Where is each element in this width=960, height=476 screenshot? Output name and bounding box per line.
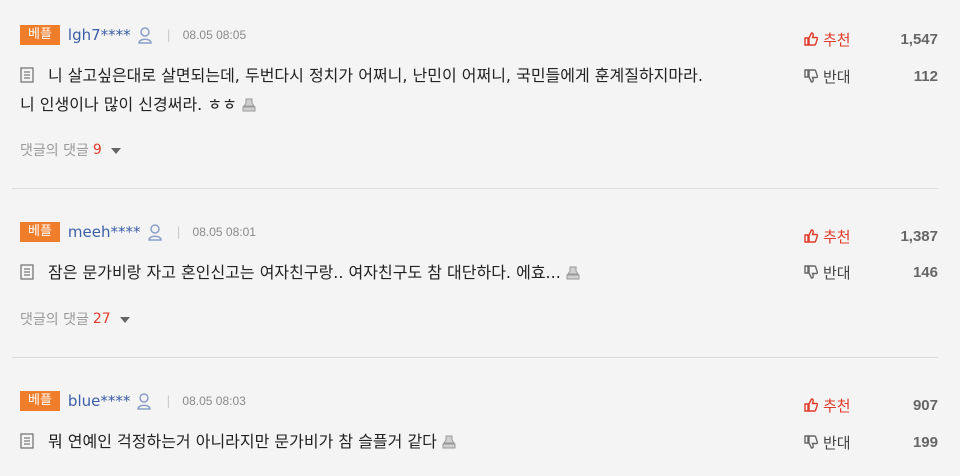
comment-text-line1: 니 살고싶은대로 살면되는데, 두번다시 정치가 어쩌니, 난민이 어쩌니, 국…	[48, 66, 703, 85]
comment-text-line2: 니 인생이나 많이 신경써라. ㅎㅎ	[20, 95, 237, 114]
upvote-count: 1,547	[900, 30, 938, 48]
comment-text-line1: 뭐 연예인 걱정하는거 아니라지만 문가비가 참 슬플거 같다	[48, 432, 437, 451]
comment-text-line1: 잠은 문가비랑 자고 혼인신고는 여자친구랑.. 여자친구도 참 대단하다. 에…	[48, 263, 561, 282]
comment-meta: 베플 blue**** | 08.05 08:03	[20, 390, 246, 412]
upvote-button[interactable]: 추천 1,547	[804, 28, 938, 50]
upvote-button[interactable]: 추천 907	[804, 394, 938, 416]
upvote-label: 추천	[823, 396, 851, 415]
username-link[interactable]: blue****	[68, 392, 130, 410]
username-link[interactable]: lgh7****	[68, 26, 131, 44]
thumbs-up-icon	[804, 32, 818, 46]
report-stamp-icon[interactable]	[241, 97, 257, 113]
thumbs-down-icon	[804, 69, 818, 83]
caret-down-icon	[119, 317, 130, 323]
thumbs-down-icon	[804, 265, 818, 279]
caret-down-icon	[110, 148, 121, 154]
upvote-count: 907	[912, 396, 938, 414]
downvote-count: 146	[912, 263, 938, 281]
best-badge: 베플	[20, 222, 60, 242]
comment-text: 니 살고싶은대로 살면되는데, 두번다시 정치가 어쩌니, 난민이 어쩌니, 국…	[20, 61, 780, 119]
thumbs-down-icon	[804, 435, 818, 449]
report-stamp-icon[interactable]	[565, 265, 581, 281]
upvote-label: 추천	[823, 227, 851, 246]
comment-meta: 베플 meeh**** | 08.05 08:01	[20, 221, 256, 243]
meta-divider: |	[166, 28, 171, 42]
comment-text: 뭐 연예인 걱정하는거 아니라지만 문가비가 참 슬플거 같다	[20, 427, 780, 456]
comment-meta: 베플 lgh7**** | 08.05 08:05	[20, 24, 246, 46]
report-stamp-icon[interactable]	[441, 434, 457, 450]
replies-toggle[interactable]: 댓글의 댓글 9	[20, 140, 121, 160]
best-badge: 베플	[20, 25, 60, 45]
thumbs-up-icon	[804, 229, 818, 243]
downvote-label: 반대	[823, 67, 851, 86]
replies-label: 댓글의 댓글	[20, 143, 89, 159]
person-icon[interactable]	[137, 26, 153, 44]
document-icon	[20, 264, 34, 280]
downvote-label: 반대	[823, 263, 851, 282]
downvote-label: 반대	[823, 433, 851, 452]
comment-divider	[12, 357, 938, 358]
downvote-button[interactable]: 반대 146	[804, 261, 938, 283]
comment-divider	[12, 188, 938, 189]
best-badge: 베플	[20, 391, 60, 411]
upvote-button[interactable]: 추천 1,387	[804, 225, 938, 247]
comment-text: 잠은 문가비랑 자고 혼인신고는 여자친구랑.. 여자친구도 참 대단하다. 에…	[20, 258, 780, 287]
document-icon	[20, 433, 34, 449]
replies-count: 27	[92, 311, 111, 327]
person-icon[interactable]	[136, 392, 152, 410]
username-link[interactable]: meeh****	[68, 223, 141, 241]
meta-divider: |	[166, 394, 171, 408]
downvote-button[interactable]: 반대 199	[804, 431, 938, 453]
downvote-count: 112	[913, 67, 938, 85]
meta-divider: |	[176, 225, 181, 239]
person-icon[interactable]	[147, 223, 163, 241]
replies-toggle[interactable]: 댓글의 댓글 27	[20, 309, 130, 329]
replies-label: 댓글의 댓글	[20, 312, 89, 328]
replies-count: 9	[92, 142, 102, 158]
upvote-label: 추천	[823, 30, 851, 49]
comment-timestamp: 08.05 08:03	[182, 394, 246, 408]
downvote-button[interactable]: 반대 112	[804, 65, 938, 87]
comment-timestamp: 08.05 08:01	[192, 225, 256, 239]
downvote-count: 199	[912, 433, 938, 451]
upvote-count: 1,387	[900, 227, 938, 245]
document-icon	[20, 67, 34, 83]
comment-timestamp: 08.05 08:05	[182, 28, 247, 42]
thumbs-up-icon	[804, 398, 818, 412]
